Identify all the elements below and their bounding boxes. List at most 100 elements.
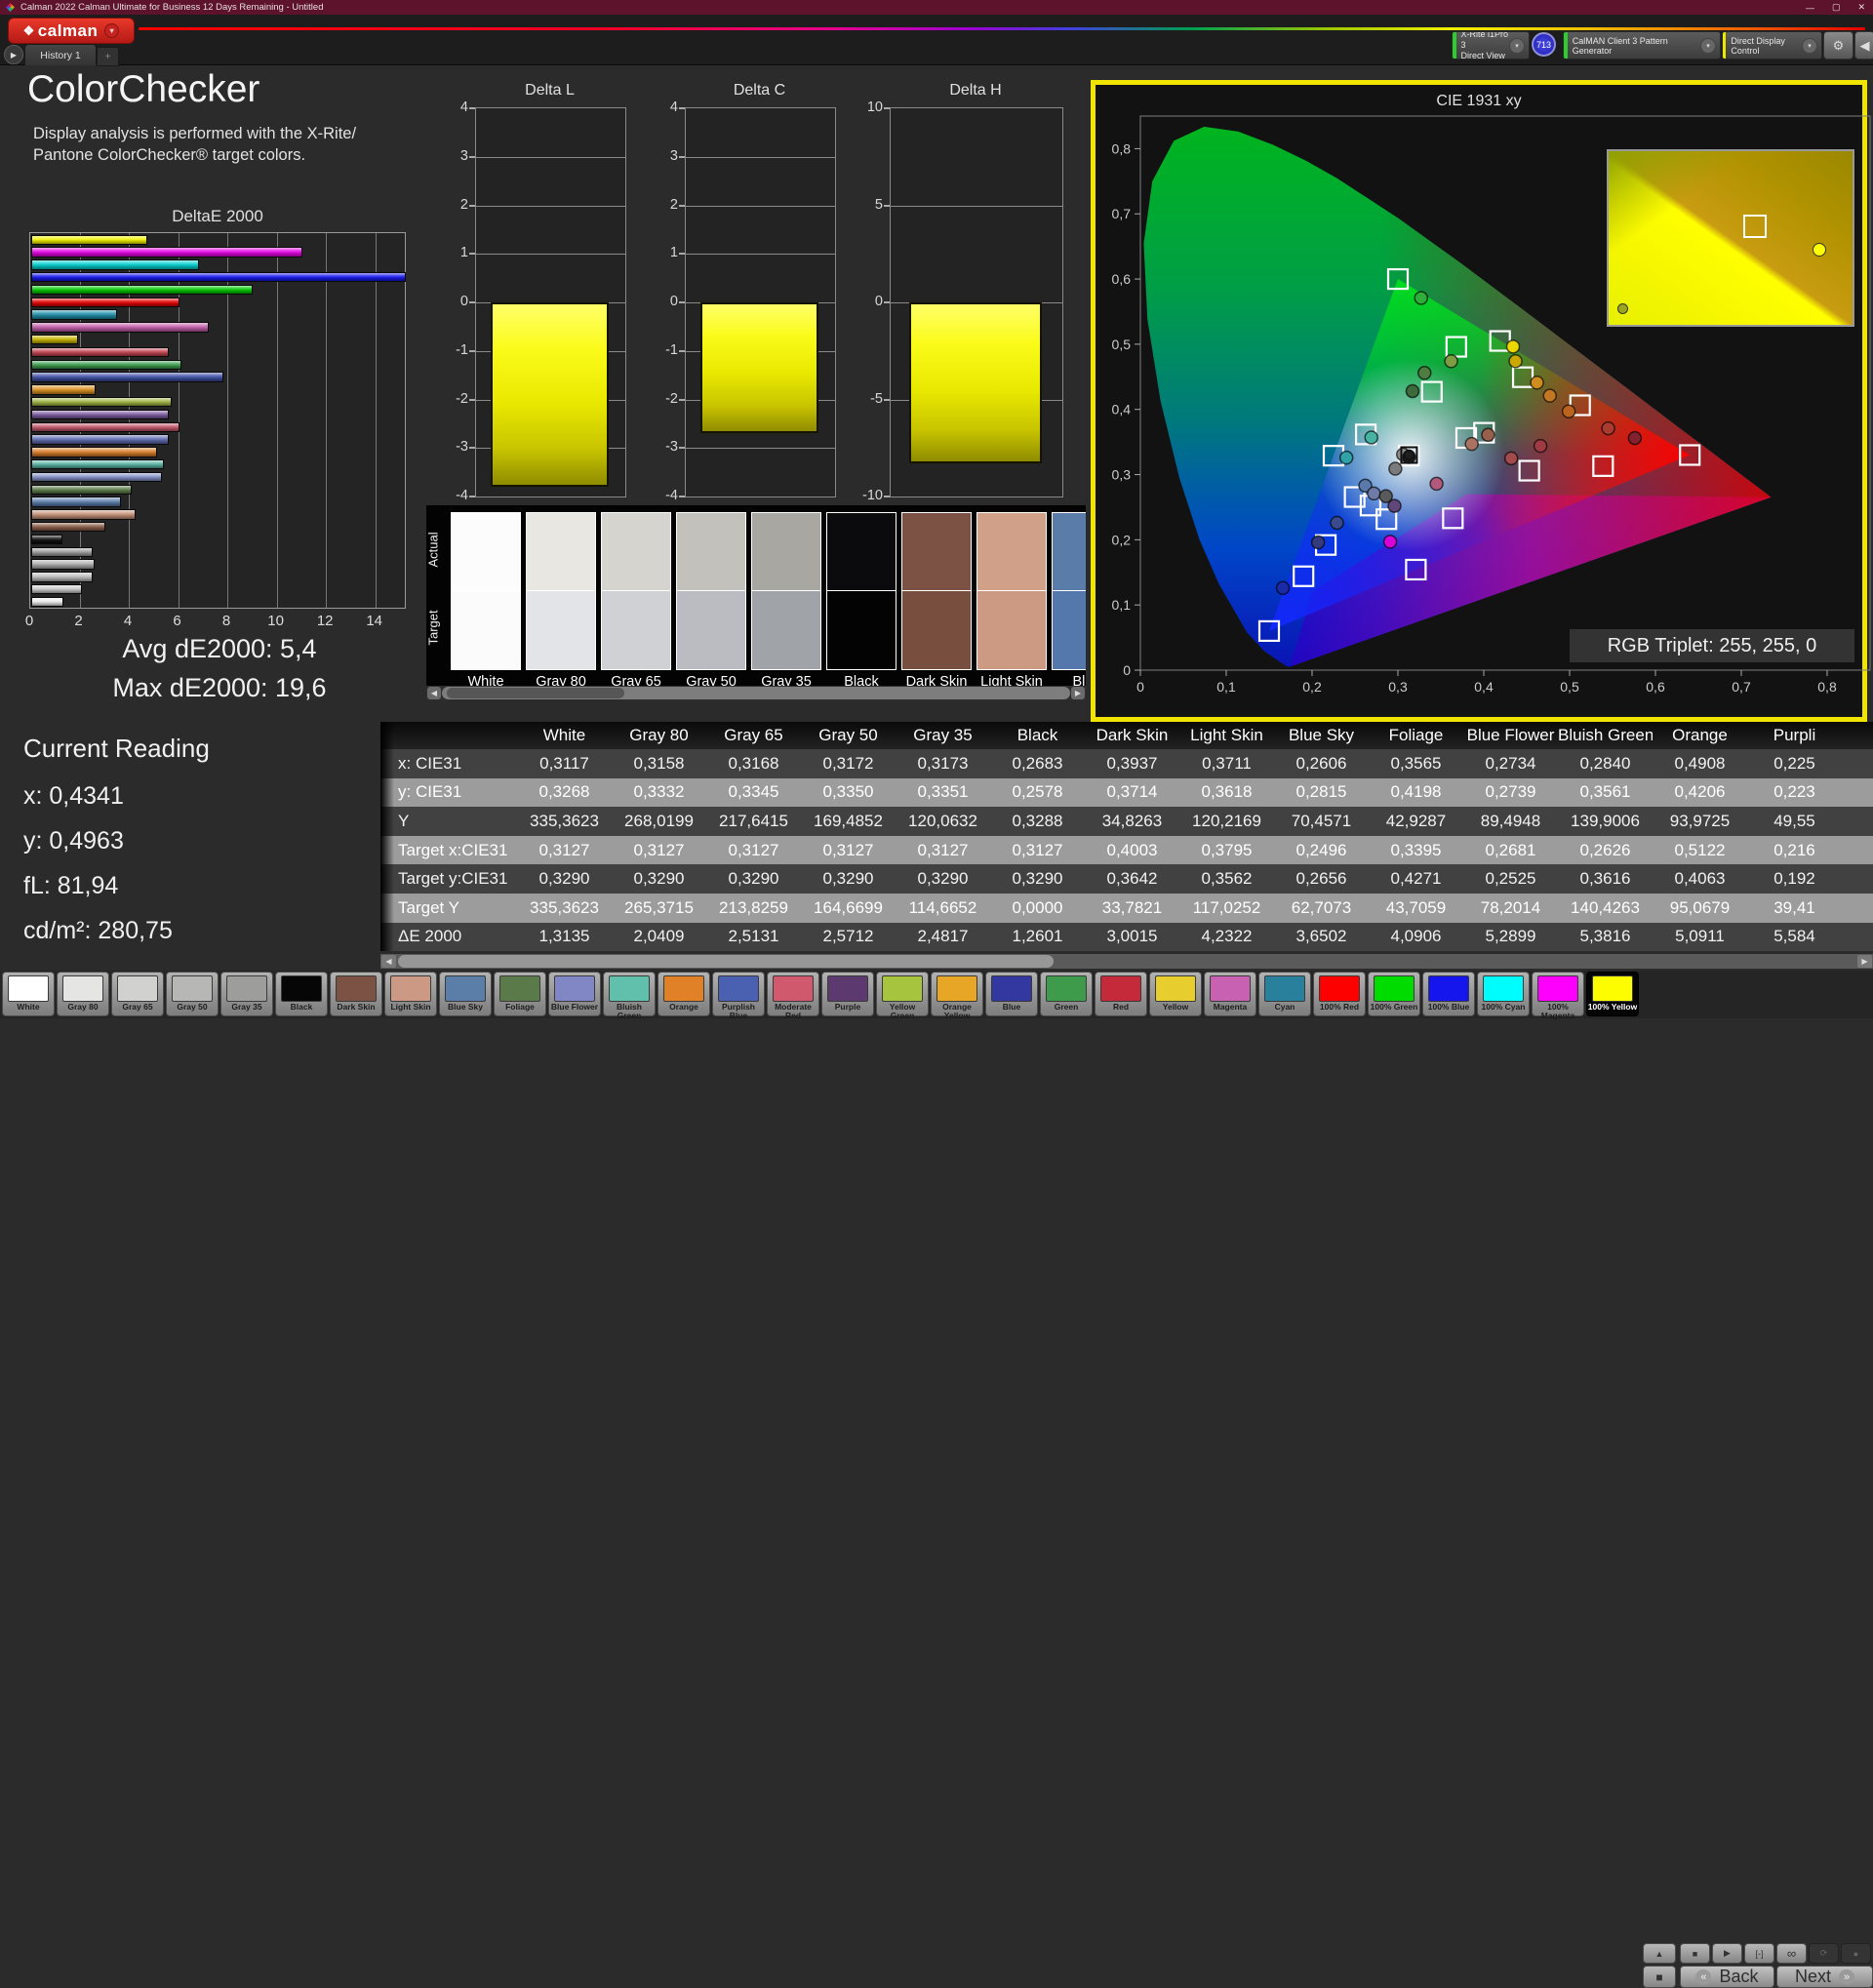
tab-history-1[interactable]: History 1	[24, 44, 97, 65]
pattern-swatch-dark-skin[interactable]: Dark Skin	[330, 972, 382, 1016]
pattern-swatch-label: Foliage	[505, 1002, 535, 1012]
table-cell: 49,55	[1773, 811, 1815, 830]
table-cell: 0,4063	[1674, 869, 1726, 889]
pattern-swatch-orange-yellow[interactable]: Orange Yellow	[931, 972, 983, 1019]
pattern-swatch-bluish-green[interactable]: Bluish Green	[603, 972, 656, 1019]
deltae-bar	[31, 572, 94, 582]
calman-menu-button[interactable]: ❖ calman ▾	[8, 18, 135, 44]
table-cell: 0,2606	[1295, 753, 1347, 773]
pattern-swatch-gray-35[interactable]: Gray 35	[220, 972, 273, 1016]
pattern-swatch-chip	[281, 975, 322, 1002]
delta-tick-label: 0	[669, 294, 678, 309]
pattern-swatch-100-cyan[interactable]: 100% Cyan	[1477, 972, 1530, 1016]
pattern-swatch-gray-65[interactable]: Gray 65	[111, 972, 164, 1016]
table-row-label: x: CIE31	[398, 753, 462, 773]
display-control-label: Direct Display Control	[1731, 35, 1785, 56]
pattern-swatch-blue[interactable]: Blue	[985, 972, 1038, 1016]
step-icon[interactable]: [-]	[1744, 1943, 1774, 1964]
strip-scroll-thumb[interactable]	[447, 688, 624, 698]
delta-tick-dash	[469, 398, 475, 401]
table-column-header: Gray 50	[818, 726, 878, 744]
table-scrollbar[interactable]: ◀ ▶	[380, 954, 1873, 969]
delta-tick-label: -4	[456, 488, 468, 503]
maximize-icon[interactable]: ▢	[1832, 2, 1841, 13]
pattern-window-icon[interactable]: ■	[1643, 1966, 1676, 1988]
table-row: Y 335,3623 268,0199 217,6415 169,4852 120,063…	[380, 807, 1873, 836]
table-cell: 164,6699	[814, 897, 883, 917]
table-cell: 0,192	[1773, 869, 1815, 889]
pattern-swatch-yellow[interactable]: Yellow	[1149, 972, 1202, 1016]
pattern-swatch-100-yellow[interactable]: 100% Yellow	[1586, 972, 1639, 1016]
pattern-bar-up-icon[interactable]: ▲	[1643, 1943, 1676, 1964]
scroll-left-icon[interactable]: ◀	[381, 955, 396, 968]
deltae-x-tick: 12	[316, 613, 334, 629]
refresh-icon[interactable]: ⟳	[1809, 1943, 1839, 1964]
deltae-chart-title: DeltaE 2000	[172, 207, 263, 225]
pattern-swatch-label: Black	[290, 1002, 313, 1012]
pattern-swatch-white[interactable]: White	[2, 972, 55, 1016]
pattern-swatch-100-blue[interactable]: 100% Blue	[1422, 972, 1475, 1016]
cie-1931-panel: CIE 1931 xy RGB Triplet: 255, 255, 0 0 0,…	[1091, 80, 1871, 722]
page-subtitle: Display analysis is performed with the X…	[33, 125, 357, 165]
deltae-bar	[31, 384, 96, 395]
collapse-panel-icon[interactable]: ◀	[1854, 31, 1873, 60]
loop-icon[interactable]: ∞	[1776, 1943, 1807, 1964]
close-icon[interactable]: ✕	[1857, 2, 1865, 13]
minimize-icon[interactable]: —	[1806, 3, 1814, 13]
play-icon[interactable]: ▶	[1712, 1943, 1742, 1964]
pattern-swatch-blue-sky[interactable]: Blue Sky	[439, 972, 492, 1016]
strip-scrollbar[interactable]: ◀ ▶	[426, 686, 1086, 700]
strip-swatch-actual	[526, 512, 596, 591]
add-tab-button[interactable]: +	[97, 47, 119, 66]
tab-scroll-icon[interactable]: ▶	[4, 45, 23, 64]
strip-swatch: Gray 50	[676, 512, 748, 690]
pattern-swatch-yellow-green[interactable]: Yellow Green	[876, 972, 929, 1019]
scroll-left-icon[interactable]: ◀	[427, 687, 441, 699]
pattern-swatch-black[interactable]: Black	[275, 972, 328, 1016]
table-column-header: White	[542, 726, 586, 744]
deltae-bar	[31, 497, 122, 507]
pattern-swatch-magenta[interactable]: Magenta	[1204, 972, 1256, 1016]
deltae-bar	[31, 484, 133, 495]
deltae-bar	[31, 409, 170, 420]
pattern-swatch-orange[interactable]: Orange	[658, 972, 710, 1016]
table-row-label: y: CIE31	[398, 782, 462, 802]
table-cell: 0,2683	[1012, 753, 1063, 773]
pattern-swatch-cyan[interactable]: Cyan	[1258, 972, 1311, 1016]
pattern-generator-dropdown[interactable]: CalMAN Client 3 Pattern Generator ▾	[1563, 31, 1721, 60]
pattern-swatch-label: Yellow Green	[889, 1002, 916, 1020]
pattern-swatch-red[interactable]: Red	[1095, 972, 1147, 1016]
pattern-swatch-moderate-red[interactable]: Moderate Red	[767, 972, 819, 1019]
table-cell: 2,5131	[728, 927, 779, 946]
table-cell: 5,584	[1773, 927, 1815, 946]
pattern-swatch-blue-flower[interactable]: Blue Flower	[548, 972, 601, 1016]
deltae-x-tick: 2	[74, 613, 83, 629]
delta-tick-dash	[469, 301, 475, 303]
pattern-swatch-gray-50[interactable]: Gray 50	[166, 972, 219, 1016]
pattern-swatch-foliage[interactable]: Foliage	[494, 972, 546, 1016]
pattern-swatch-100-red[interactable]: 100% Red	[1313, 972, 1366, 1016]
display-control-dropdown[interactable]: Direct Display Control ▾	[1722, 31, 1822, 60]
pattern-swatch-light-skin[interactable]: Light Skin	[384, 972, 437, 1016]
delta-h-title: Delta H	[949, 82, 1002, 99]
table-cell: 1,2601	[1012, 927, 1063, 946]
deltae-x-tick: 10	[267, 613, 284, 629]
pattern-swatch-100-green[interactable]: 100% Green	[1368, 972, 1420, 1016]
pattern-swatch-100-magenta[interactable]: 100% Magenta	[1532, 972, 1584, 1019]
table-scroll-thumb[interactable]	[398, 955, 1054, 968]
back-button[interactable]: « Back	[1680, 1966, 1774, 1988]
gear-icon[interactable]: ⚙	[1823, 31, 1853, 60]
table-cell: 0,223	[1773, 782, 1815, 802]
stop-icon[interactable]: ■	[1680, 1943, 1710, 1964]
scroll-right-icon[interactable]: ▶	[1857, 955, 1872, 968]
delta-gridline	[891, 205, 1062, 207]
pattern-swatch-purple[interactable]: Purple	[821, 972, 874, 1016]
next-button[interactable]: Next »	[1776, 1966, 1873, 1988]
meter-badge[interactable]: 713	[1532, 32, 1556, 57]
pattern-swatch-purplish-blue[interactable]: Purplish Blue	[712, 972, 765, 1019]
record-icon[interactable]: ●	[1841, 1943, 1871, 1964]
pattern-swatch-gray-80[interactable]: Gray 80	[57, 972, 109, 1016]
scroll-right-icon[interactable]: ▶	[1071, 687, 1085, 699]
meter-dropdown[interactable]: X-Rite i1Pro 3 Direct View ▾	[1452, 31, 1530, 60]
pattern-swatch-green[interactable]: Green	[1040, 972, 1093, 1016]
